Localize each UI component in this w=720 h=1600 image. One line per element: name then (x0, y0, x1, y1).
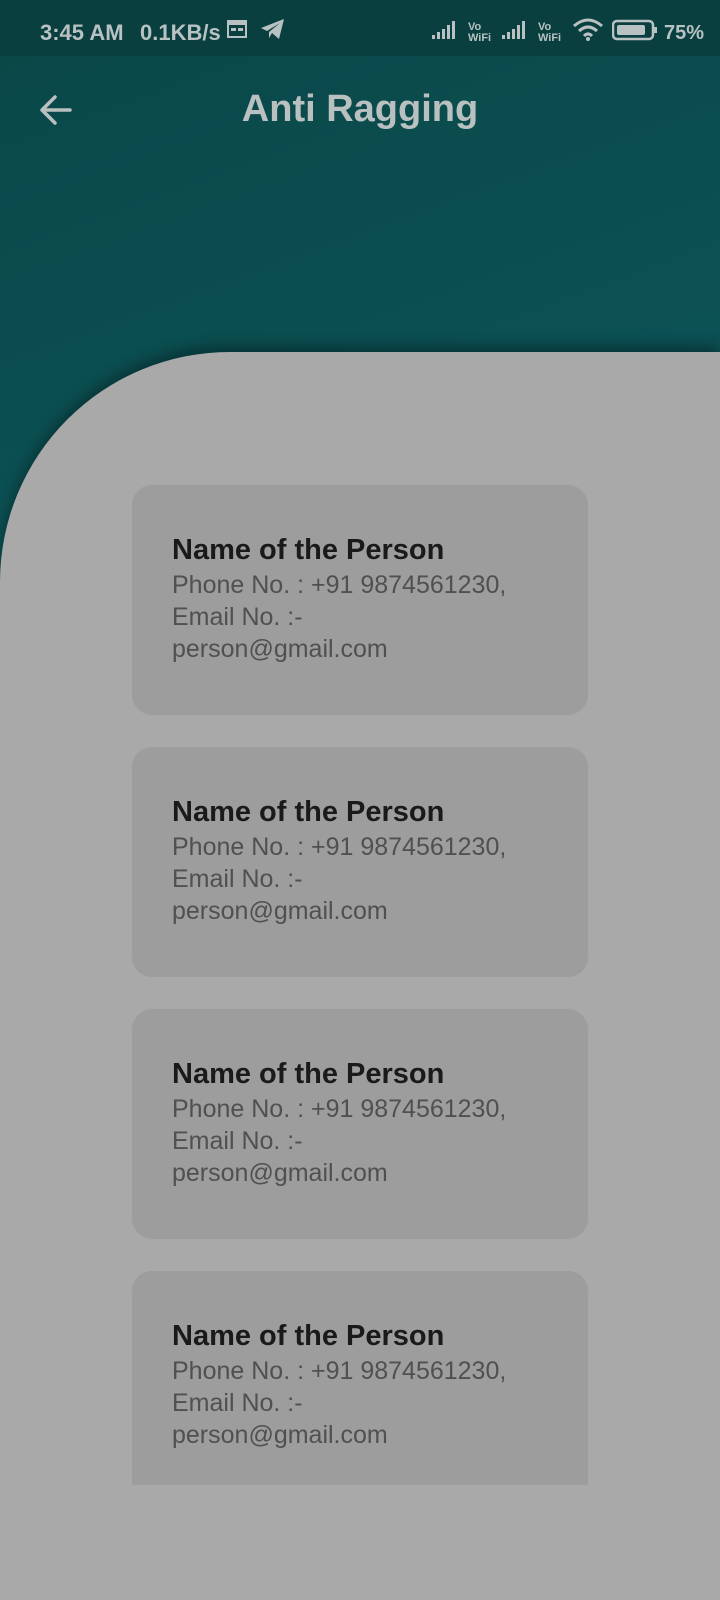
contact-email: person@gmail.com (172, 897, 388, 925)
contact-email-label: Email No. :- (172, 1389, 303, 1417)
battery-icon (611, 18, 660, 48)
contact-email-label: Email No. :- (172, 865, 303, 893)
signal-icon (502, 18, 530, 46)
vowifi-icon: Vo WiFi (468, 21, 492, 44)
contact-phone: Phone No. : +91 9874561230, (172, 833, 507, 861)
contact-details: Phone No. : +91 9874561230, Email No. :-… (172, 831, 548, 927)
app-header: Anti Ragging (0, 56, 720, 168)
status-time: 3:45 AM (40, 20, 124, 45)
contact-card[interactable]: Name of the Person Phone No. : +91 98745… (132, 1009, 588, 1239)
contact-details: Phone No. : +91 9874561230, Email No. :-… (172, 1093, 548, 1189)
contact-name: Name of the Person (172, 1320, 445, 1352)
contact-name: Name of the Person (172, 1058, 445, 1090)
calendar-icon (226, 18, 248, 46)
contact-email-label: Email No. :- (172, 1127, 303, 1155)
battery-percentage: 75% (664, 22, 705, 44)
contact-email: person@gmail.com (172, 1159, 388, 1187)
page-title: Anti Ragging (241, 88, 479, 130)
contact-phone: Phone No. : +91 9874561230, (172, 1095, 507, 1123)
contact-name: Name of the Person (172, 796, 445, 828)
vowifi-icon: Vo WiFi (538, 21, 562, 44)
contact-card[interactable]: Name of the Person Phone No. : +91 98745… (132, 485, 588, 715)
telegram-icon (260, 18, 286, 46)
contact-details: Phone No. : +91 9874561230, Email No. :-… (172, 1355, 548, 1451)
contact-email: person@gmail.com (172, 1421, 388, 1449)
contact-email-label: Email No. :- (172, 603, 303, 631)
status-bar: 3:45 AM 0.1KB/s Vo WiFi Vo WiFi 75% (0, 0, 720, 56)
contact-email: person@gmail.com (172, 635, 388, 663)
contact-phone: Phone No. : +91 9874561230, (172, 571, 507, 599)
contact-name: Name of the Person (172, 534, 445, 566)
contact-card[interactable]: Name of the Person Phone No. : +91 98745… (132, 1271, 588, 1485)
contact-list: Name of the Person Phone No. : +91 98745… (132, 485, 588, 1485)
status-network-speed: 0.1KB/s (140, 20, 221, 45)
contact-details: Phone No. : +91 9874561230, Email No. :-… (172, 569, 548, 665)
screen: 3:45 AM 0.1KB/s Vo WiFi Vo WiFi 75% Anti… (0, 0, 720, 1600)
contact-card[interactable]: Name of the Person Phone No. : +91 98745… (132, 747, 588, 977)
signal-icon (432, 18, 460, 46)
wifi-icon (572, 18, 604, 48)
contact-phone: Phone No. : +91 9874561230, (172, 1357, 507, 1385)
